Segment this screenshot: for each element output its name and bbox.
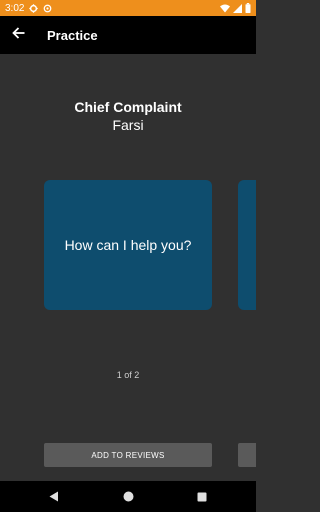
signal-icon	[233, 3, 242, 13]
battery-icon	[245, 3, 251, 13]
arrow-left-icon	[11, 26, 25, 44]
flashcard-text: How can I help you?	[64, 237, 192, 253]
flashcard-current[interactable]: How can I help you?	[44, 180, 212, 310]
category-title: Chief Complaint	[74, 99, 182, 115]
category-heading: Chief Complaint Farsi	[0, 98, 256, 134]
flashcard-next[interactable]	[238, 180, 256, 310]
recents-square-icon	[197, 492, 207, 502]
nav-recents-button[interactable]	[165, 492, 239, 502]
nav-back-button[interactable]	[17, 491, 91, 502]
app-bar: Practice	[0, 16, 256, 54]
back-button[interactable]	[0, 16, 36, 54]
status-bar: 3:02	[0, 0, 256, 16]
sync-icon	[43, 4, 52, 13]
language-label: Farsi	[112, 117, 144, 133]
practice-screen: 3:02 Practice Chief Complaint Farsi How …	[0, 0, 256, 512]
gear-icon	[29, 3, 39, 13]
system-nav-bar	[0, 481, 256, 512]
home-circle-icon	[123, 491, 134, 502]
app-bar-title: Practice	[47, 27, 98, 43]
page-indicator: 1 of 2	[116, 370, 140, 380]
wifi-icon	[220, 4, 230, 13]
add-to-reviews-button-next[interactable]	[238, 443, 256, 467]
status-left: 3:02	[5, 3, 52, 14]
status-time: 3:02	[5, 2, 25, 14]
status-right	[220, 3, 251, 13]
add-to-reviews-button[interactable]: ADD TO REVIEWS	[44, 443, 212, 467]
back-triangle-icon	[49, 491, 59, 502]
nav-home-button[interactable]	[91, 491, 165, 502]
